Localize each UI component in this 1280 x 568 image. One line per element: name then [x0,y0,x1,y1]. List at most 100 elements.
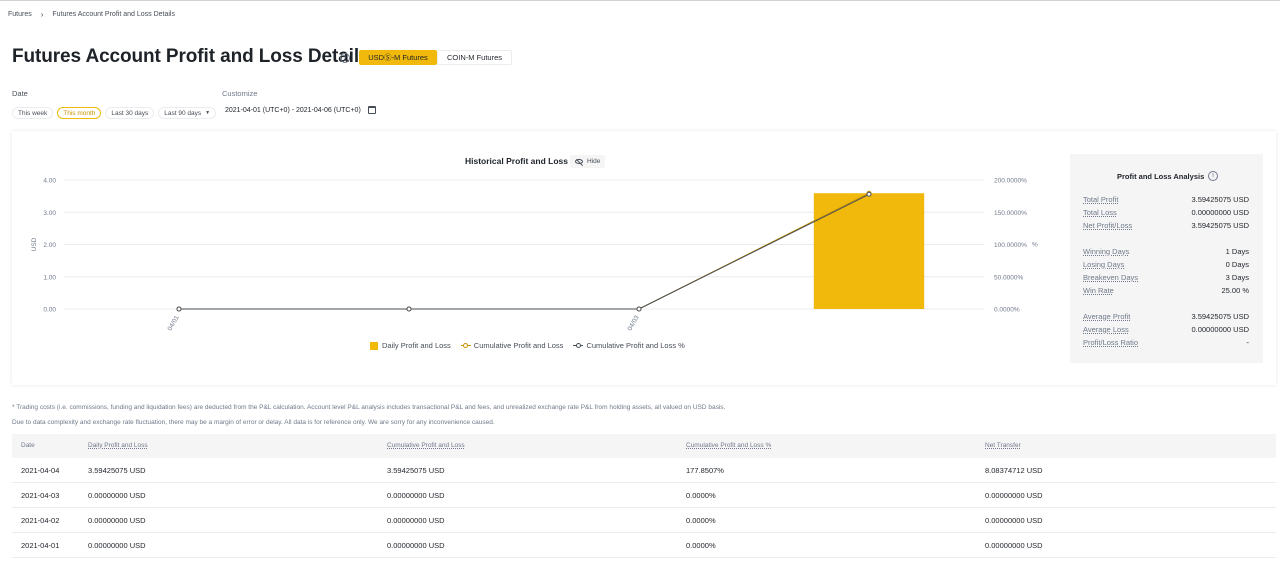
cumulative-pnl-pct-point [176,306,182,312]
pnl-analysis-panel: Profit and Loss Analysis i Total Profit … [1070,154,1263,363]
cell-net-transfer: 0.00000000 USD [985,541,1043,550]
analysis-label[interactable]: Breakeven Days [1083,273,1138,282]
chart-card: 0.00 1.00 2.00 3.00 4.00 0.0000% 50.0000% 100.0… [12,131,1276,385]
legend-line-swatch [460,342,471,350]
table-header: Date Daily Profit and Loss Cumulative Pr… [12,434,1276,458]
column-header-cumulative-pnl-pct[interactable]: Cumulative Profit and Loss % [686,442,771,449]
customize-label: Customize [222,89,258,98]
page-title: Futures Account Profit and Loss Details [12,46,370,67]
y-axis-tick-label: 1.00 [43,274,56,281]
cell-net-transfer: 0.00000000 USD [985,516,1043,525]
cell-net-transfer: 8.08374712 USD [985,466,1043,475]
footnote-trading-costs: * Trading costs (i.e. commissions, fundi… [12,404,726,411]
legend-daily-label: Daily Profit and Loss [382,341,451,350]
cumulative-pnl-pct-point [406,306,412,312]
cell-daily-pnl: 0.00000000 USD [88,541,146,550]
legend-daily[interactable]: Daily Profit and Loss [370,341,451,350]
y-axis-tick-label: 0.00 [43,307,56,314]
tab-usds-m-futures[interactable]: USDⓈ-M Futures [359,50,437,65]
chip-this-month[interactable]: This month [57,107,102,119]
date-range-picker[interactable]: 2021-04-01 (UTC+0) - 2021-04-06 (UTC+0) [225,106,376,114]
analysis-label[interactable]: Total Loss [1083,208,1117,217]
analysis-label[interactable]: Profit/Loss Ratio [1083,338,1138,347]
chip-this-week[interactable]: This week [12,107,54,119]
y2-axis-tick-label: 150.0000% [994,210,1027,217]
legend-bar-swatch [370,341,378,350]
y2-axis-label: % [1032,242,1038,249]
calendar-icon[interactable] [367,106,376,114]
info-icon[interactable]: i [1208,171,1218,181]
analysis-label[interactable]: Average Loss [1083,325,1129,334]
y-axis-label: USD [31,237,38,251]
breadcrumb: Futures › Futures Account Profit and Los… [8,10,175,19]
chart-title: Historical Profit and Loss [465,156,568,166]
cell-daily-pnl: 3.59425075 USD [88,466,146,475]
column-header-daily-pnl[interactable]: Daily Profit and Loss [88,442,148,449]
column-header-date: Date [21,442,35,449]
cell-cumulative-pnl-pct: 177.8507% [686,466,724,475]
analysis-row: Total Profit 3.59425075 USD [1083,195,1249,204]
table-row: 2021-04-04 3.59425075 USD 3.59425075 USD… [12,458,1276,483]
legend-cumulative-pct[interactable]: Cumulative Profit and Loss % [573,341,685,350]
chevron-right-icon: › [40,10,44,19]
caret-down-icon: ▼ [205,110,211,116]
cell-cumulative-pnl: 0.00000000 USD [387,491,445,500]
tab-coin-m-futures[interactable]: COIN-M Futures [437,50,512,65]
legend-cumulative-label: Cumulative Profit and Loss [473,341,564,350]
y2-axis-tick-label: 100.0000% [994,242,1027,249]
cell-cumulative-pnl: 0.00000000 USD [387,541,445,550]
analysis-label[interactable]: Winning Days [1083,247,1129,256]
date-label: Date [12,89,28,98]
cumulative-pnl-pct-line [179,193,870,310]
analysis-label[interactable]: Average Profit [1083,312,1130,321]
y2-axis-tick-label: 200.0000% [994,178,1027,185]
legend-cumulative[interactable]: Cumulative Profit and Loss [460,341,564,350]
analysis-row: Average Profit 3.59425075 USD [1083,312,1249,321]
eye-off-icon [575,159,583,164]
analysis-label[interactable]: Net Profit/Loss [1083,221,1132,230]
cumulative-pnl-pct-point [866,191,872,197]
cell-cumulative-pnl-pct: 0.0000% [686,541,716,550]
chip-last-30-days[interactable]: Last 30 days [105,107,155,119]
chip-last-90-days[interactable]: Last 90 days ▼ [158,107,217,119]
cell-cumulative-pnl: 3.59425075 USD [387,466,445,475]
info-icon[interactable]: i [340,53,350,63]
cell-daily-pnl: 0.00000000 USD [88,516,146,525]
hide-label: Hide [587,158,601,165]
breadcrumb-futures-link[interactable]: Futures [8,11,32,18]
y2-axis-tick-label: 50.0000% [994,274,1023,281]
hide-chart-button[interactable]: Hide [570,155,606,168]
analysis-row: Win Rate 25.00 % [1083,286,1249,295]
column-header-net-transfer[interactable]: Net Transfer [985,442,1021,449]
analysis-title: Profit and Loss Analysis [1117,172,1205,181]
analysis-label[interactable]: Total Profit [1083,195,1118,204]
cumulative-pnl-pct-point [636,306,642,312]
cell-date: 2021-04-04 [21,466,60,475]
cell-cumulative-pnl: 0.00000000 USD [387,516,445,525]
cell-cumulative-pnl-pct: 0.0000% [686,491,716,500]
analysis-value: 3.59425075 USD [1191,195,1249,204]
analysis-value: 3.59425075 USD [1191,221,1249,230]
analysis-row: Winning Days 1 Days [1083,247,1249,256]
y-axis-tick-label: 2.00 [43,242,56,249]
analysis-label[interactable]: Losing Days [1083,260,1124,269]
table-row: 2021-04-02 0.00000000 USD 0.00000000 USD… [12,508,1276,533]
top-divider [0,0,1280,1]
column-header-cumulative-pnl[interactable]: Cumulative Profit and Loss [387,442,465,449]
x-axis-tick-label: 04/01 [167,314,181,332]
analysis-value: 3.59425075 USD [1191,312,1249,321]
futures-type-tabs: USDⓈ-M Futures COIN-M Futures [359,50,512,65]
analysis-value: 25.00 % [1221,286,1249,295]
y-axis-tick-label: 3.00 [43,210,56,217]
analysis-value: - [1246,338,1250,347]
legend-cumulative-pct-label: Cumulative Profit and Loss % [586,341,685,350]
analysis-value: 0.00000000 USD [1191,208,1249,217]
legend-line-swatch [573,342,584,350]
y2-axis-tick-label: 0.0000% [994,307,1020,314]
chip-last-90-days-label: Last 90 days [164,109,202,117]
analysis-row: Losing Days 0 Days [1083,260,1249,269]
analysis-label[interactable]: Win Rate [1083,286,1114,295]
analysis-row: Profit/Loss Ratio - [1083,338,1249,347]
cell-date: 2021-04-03 [21,491,60,500]
x-axis-tick-label: 04/03 [627,314,641,332]
